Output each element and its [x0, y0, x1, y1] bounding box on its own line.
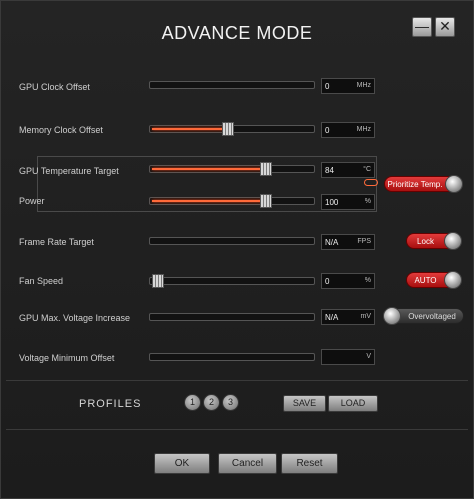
fan-speed-slider[interactable]: [149, 274, 315, 288]
memory-clock-offset-thumb[interactable]: [222, 122, 234, 136]
gpu-temperature-target-thumb[interactable]: [260, 162, 272, 176]
toggle-knob: [445, 175, 463, 193]
frame-rate-target-slider[interactable]: [149, 237, 315, 245]
fan-speed-unit: %: [364, 277, 371, 284]
reset-button[interactable]: Reset: [281, 453, 338, 474]
gpu-temperature-target-fill: [152, 168, 266, 170]
fan-auto-label: AUTO: [414, 276, 437, 285]
gpu-temperature-target-value: 84: [325, 166, 334, 175]
gpu-max-voltage-increase-field[interactable]: N/A mV: [321, 309, 375, 325]
fan-speed-field[interactable]: 0 %: [321, 273, 375, 289]
overvoltaged-label: Overvoltaged: [408, 312, 456, 321]
overvoltaged-toggle[interactable]: Overvoltaged: [383, 307, 464, 325]
profile-3-button[interactable]: 3: [222, 394, 239, 411]
power-fill: [152, 200, 266, 202]
toggle-knob: [444, 232, 462, 250]
gpu-clock-offset-unit: MHz: [356, 82, 371, 89]
memory-clock-offset-label: Memory Clock Offset: [19, 125, 103, 135]
window-title: ADVANCE MODE: [161, 23, 313, 43]
power-thumb[interactable]: [260, 194, 272, 208]
profile-1-button[interactable]: 1: [184, 394, 201, 411]
close-button[interactable]: ✕: [435, 17, 455, 37]
load-profile-button[interactable]: LOAD: [328, 395, 378, 412]
gpu-clock-offset-field[interactable]: 0 MHz: [321, 78, 375, 94]
gpu-max-voltage-increase-label: GPU Max. Voltage Increase: [19, 313, 131, 323]
frame-rate-target-label: Frame Rate Target: [19, 237, 94, 247]
lock-label: Lock: [417, 237, 434, 246]
power-label: Power: [19, 196, 45, 206]
memory-clock-offset-unit: MHz: [356, 126, 371, 133]
cancel-button[interactable]: Cancel: [218, 453, 277, 474]
fan-speed-thumb[interactable]: [152, 274, 164, 288]
toggle-knob: [444, 271, 462, 289]
gpu-max-voltage-increase-value: N/A: [325, 313, 339, 322]
memory-clock-offset-value: 0: [325, 126, 330, 135]
power-field[interactable]: 100 %: [321, 194, 375, 210]
frame-rate-target-unit: FPS: [357, 238, 371, 245]
memory-clock-offset-field[interactable]: 0 MHz: [321, 122, 375, 138]
fan-speed-value: 0: [325, 277, 330, 286]
gpu-temperature-target-label: GPU Temperature Target: [19, 166, 119, 176]
fan-auto-toggle[interactable]: AUTO: [406, 271, 462, 289]
gpu-temperature-target-unit: °C: [363, 166, 371, 173]
minimize-button[interactable]: —: [412, 17, 432, 37]
save-profile-button[interactable]: SAVE: [283, 395, 326, 412]
power-slider[interactable]: [149, 194, 315, 208]
gpu-clock-offset-value: 0: [325, 82, 330, 91]
divider: [6, 380, 468, 381]
voltage-minimum-offset-slider[interactable]: [149, 353, 315, 361]
profiles-label: PROFILES: [79, 398, 142, 410]
frame-rate-target-field[interactable]: N/A FPS: [321, 234, 375, 250]
prioritize-temp-toggle[interactable]: Prioritize Temp.: [384, 175, 463, 193]
gpu-temperature-target-slider[interactable]: [149, 162, 315, 176]
profile-2-button[interactable]: 2: [203, 394, 220, 411]
gpu-max-voltage-increase-slider[interactable]: [149, 313, 315, 321]
prioritize-temp-label: Prioritize Temp.: [387, 180, 443, 189]
memory-clock-offset-slider[interactable]: [149, 122, 315, 136]
gpu-clock-offset-slider[interactable]: [149, 81, 315, 89]
toggle-knob: [383, 307, 401, 325]
advance-mode-window: ADVANCE MODE — ✕ GPU Clock Offset 0 MHz …: [0, 0, 474, 499]
ok-button[interactable]: OK: [154, 453, 210, 474]
memory-clock-offset-fill: [152, 128, 226, 130]
fan-speed-label: Fan Speed: [19, 276, 64, 286]
power-value: 100: [325, 198, 339, 207]
frame-rate-target-value: N/A: [325, 238, 339, 247]
lock-toggle[interactable]: Lock: [406, 232, 462, 250]
voltage-minimum-offset-field[interactable]: V: [321, 349, 375, 365]
voltage-minimum-offset-unit: V: [366, 353, 371, 360]
power-unit: %: [364, 198, 371, 205]
divider: [6, 429, 468, 430]
gpu-max-voltage-increase-unit: mV: [360, 313, 372, 320]
voltage-minimum-offset-label: Voltage Minimum Offset: [19, 353, 115, 363]
gpu-clock-offset-label: GPU Clock Offset: [19, 82, 90, 92]
gpu-temperature-target-field[interactable]: 84 °C: [321, 162, 375, 178]
link-icon[interactable]: [364, 179, 378, 186]
